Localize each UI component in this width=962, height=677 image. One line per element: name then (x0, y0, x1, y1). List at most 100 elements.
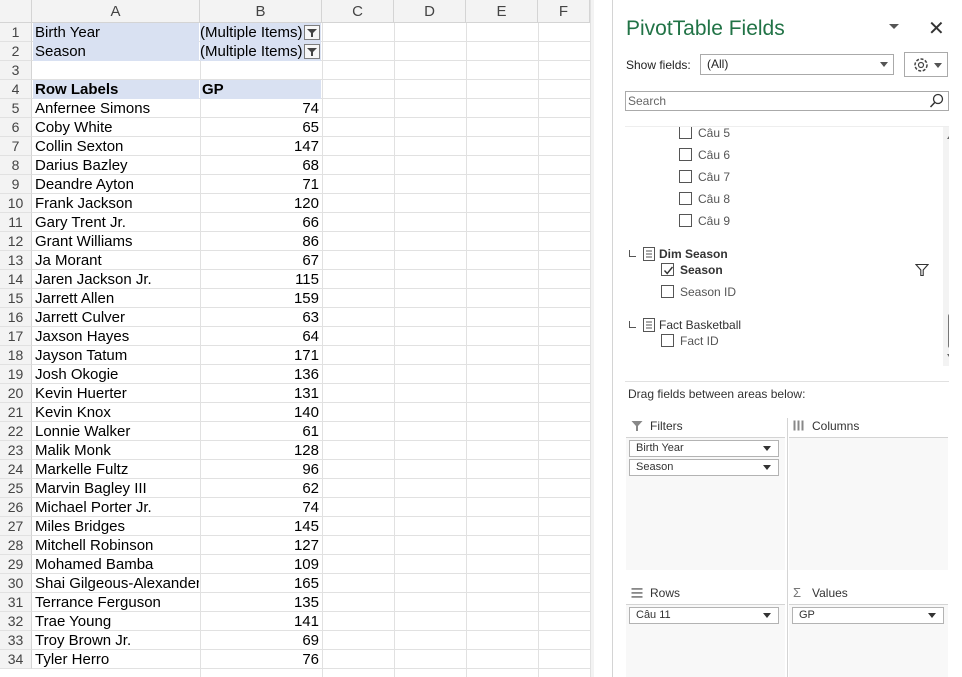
gp-value-cell[interactable]: 66 (200, 213, 321, 232)
player-name-cell[interactable]: Troy Brown Jr. (33, 631, 199, 650)
gp-value-cell[interactable]: 135 (200, 593, 321, 612)
row-header[interactable]: 26 (0, 498, 32, 517)
row-header[interactable]: 16 (0, 308, 32, 327)
row-header[interactable]: 32 (0, 612, 32, 631)
field-checkbox[interactable] (679, 214, 692, 227)
gp-value-cell[interactable]: 68 (200, 156, 321, 175)
value-pill-gp[interactable]: GP (792, 607, 944, 624)
gp-value-cell[interactable]: 140 (200, 403, 321, 422)
collapse-icon[interactable] (629, 250, 636, 257)
row-header[interactable]: 6 (0, 118, 32, 137)
filter-label-season[interactable]: Season (33, 42, 199, 61)
gp-value-cell[interactable]: 63 (200, 308, 321, 327)
collapse-icon[interactable] (629, 321, 636, 328)
player-name-cell[interactable]: Jayson Tatum (33, 346, 199, 365)
player-name-cell[interactable]: Markelle Fultz (33, 460, 199, 479)
tools-button[interactable] (904, 52, 948, 77)
gp-value-cell[interactable]: 145 (200, 517, 321, 536)
row-header[interactable]: 17 (0, 327, 32, 346)
filter-value-season[interactable]: (Multiple Items) (200, 42, 321, 61)
gp-value-cell[interactable]: 171 (200, 346, 321, 365)
row-header[interactable]: 2 (0, 42, 32, 61)
row-header[interactable]: 7 (0, 137, 32, 156)
gp-value-cell[interactable]: 62 (200, 479, 321, 498)
player-name-cell[interactable]: Kevin Huerter (33, 384, 199, 403)
show-fields-select[interactable]: (All) (700, 54, 894, 75)
sheet-vertical-scrollbar[interactable] (590, 0, 594, 677)
row-header[interactable]: 19 (0, 365, 32, 384)
gp-value-cell[interactable]: 71 (200, 175, 321, 194)
columns-drop-zone[interactable] (789, 437, 948, 570)
field-checkbox[interactable] (679, 192, 692, 205)
field-list-scrollbar[interactable] (943, 127, 949, 366)
column-header-b[interactable]: B (200, 0, 322, 23)
row-header[interactable]: 27 (0, 517, 32, 536)
gp-value-cell[interactable]: 127 (200, 536, 321, 555)
gp-value-cell[interactable]: 109 (200, 555, 321, 574)
row-pill-cau-11[interactable]: Câu 11 (629, 607, 779, 624)
player-name-cell[interactable]: Trae Young (33, 612, 199, 631)
gp-value-cell[interactable]: 115 (200, 270, 321, 289)
player-name-cell[interactable]: Deandre Ayton (33, 175, 199, 194)
gp-header[interactable]: GP (200, 80, 321, 99)
filter-dropdown-birth-year[interactable] (304, 25, 320, 40)
row-header[interactable]: 10 (0, 194, 32, 213)
player-name-cell[interactable]: Darius Bazley (33, 156, 199, 175)
player-name-cell[interactable]: Josh Okogie (33, 365, 199, 384)
gp-value-cell[interactable]: 96 (200, 460, 321, 479)
row-header[interactable]: 33 (0, 631, 32, 650)
row-header[interactable]: 23 (0, 441, 32, 460)
gp-value-cell[interactable]: 128 (200, 441, 321, 460)
player-name-cell[interactable]: Collin Sexton (33, 137, 199, 156)
row-header[interactable]: 29 (0, 555, 32, 574)
filter-pill-birth-year[interactable]: Birth Year (629, 440, 779, 457)
filter-dropdown-season[interactable] (304, 44, 320, 59)
scroll-down-arrow-icon[interactable] (947, 354, 949, 360)
scroll-thumb[interactable] (948, 314, 949, 348)
player-name-cell[interactable]: Mohamed Bamba (33, 555, 199, 574)
player-name-cell[interactable]: Malik Monk (33, 441, 199, 460)
gp-value-cell[interactable]: 65 (200, 118, 321, 137)
column-header-a[interactable]: A (32, 0, 200, 23)
player-name-cell[interactable]: Gary Trent Jr. (33, 213, 199, 232)
player-name-cell[interactable]: Kevin Knox (33, 403, 199, 422)
player-name-cell[interactable]: Coby White (33, 118, 199, 137)
field-checkbox[interactable] (679, 127, 692, 139)
filter-value-birth-year[interactable]: (Multiple Items) (200, 23, 321, 42)
row-header[interactable]: 22 (0, 422, 32, 441)
filter-label-birth-year[interactable]: Birth Year (33, 23, 199, 42)
gp-value-cell[interactable]: 131 (200, 384, 321, 403)
row-header[interactable]: 25 (0, 479, 32, 498)
row-header[interactable]: 24 (0, 460, 32, 479)
gp-value-cell[interactable]: 74 (200, 498, 321, 517)
player-name-cell[interactable]: Lonnie Walker (33, 422, 199, 441)
gp-value-cell[interactable]: 136 (200, 365, 321, 384)
row-header[interactable]: 20 (0, 384, 32, 403)
player-name-cell[interactable]: Shai Gilgeous-Alexander (33, 574, 199, 593)
select-all-corner[interactable] (0, 0, 32, 23)
row-header[interactable]: 5 (0, 99, 32, 118)
field-search-input[interactable]: Search (625, 91, 949, 111)
player-name-cell[interactable]: Mitchell Robinson (33, 536, 199, 555)
row-header[interactable]: 9 (0, 175, 32, 194)
field-checkbox[interactable] (679, 148, 692, 161)
column-header-c[interactable]: C (322, 0, 394, 23)
gp-value-cell[interactable]: 147 (200, 137, 321, 156)
field-list[interactable]: Câu 5 Câu 6 Câu 7 Câu 8 Câu 9 Dim Season Sea… (625, 126, 949, 366)
player-name-cell[interactable]: Marvin Bagley III (33, 479, 199, 498)
row-header[interactable]: 21 (0, 403, 32, 422)
gp-value-cell[interactable]: 67 (200, 251, 321, 270)
gp-value-cell[interactable]: 141 (200, 612, 321, 631)
gp-value-cell[interactable]: 61 (200, 422, 321, 441)
player-name-cell[interactable]: Jarrett Culver (33, 308, 199, 327)
gp-value-cell[interactable]: 64 (200, 327, 321, 346)
gp-value-cell[interactable]: 86 (200, 232, 321, 251)
row-header[interactable]: 11 (0, 213, 32, 232)
player-name-cell[interactable]: Jaxson Hayes (33, 327, 199, 346)
row-header[interactable]: 13 (0, 251, 32, 270)
search-icon[interactable] (929, 93, 945, 109)
row-labels-header[interactable]: Row Labels (33, 80, 199, 99)
row-header[interactable]: 3 (0, 61, 32, 80)
panel-options-chevron-down-icon[interactable] (889, 24, 899, 29)
player-name-cell[interactable]: Jarrett Allen (33, 289, 199, 308)
